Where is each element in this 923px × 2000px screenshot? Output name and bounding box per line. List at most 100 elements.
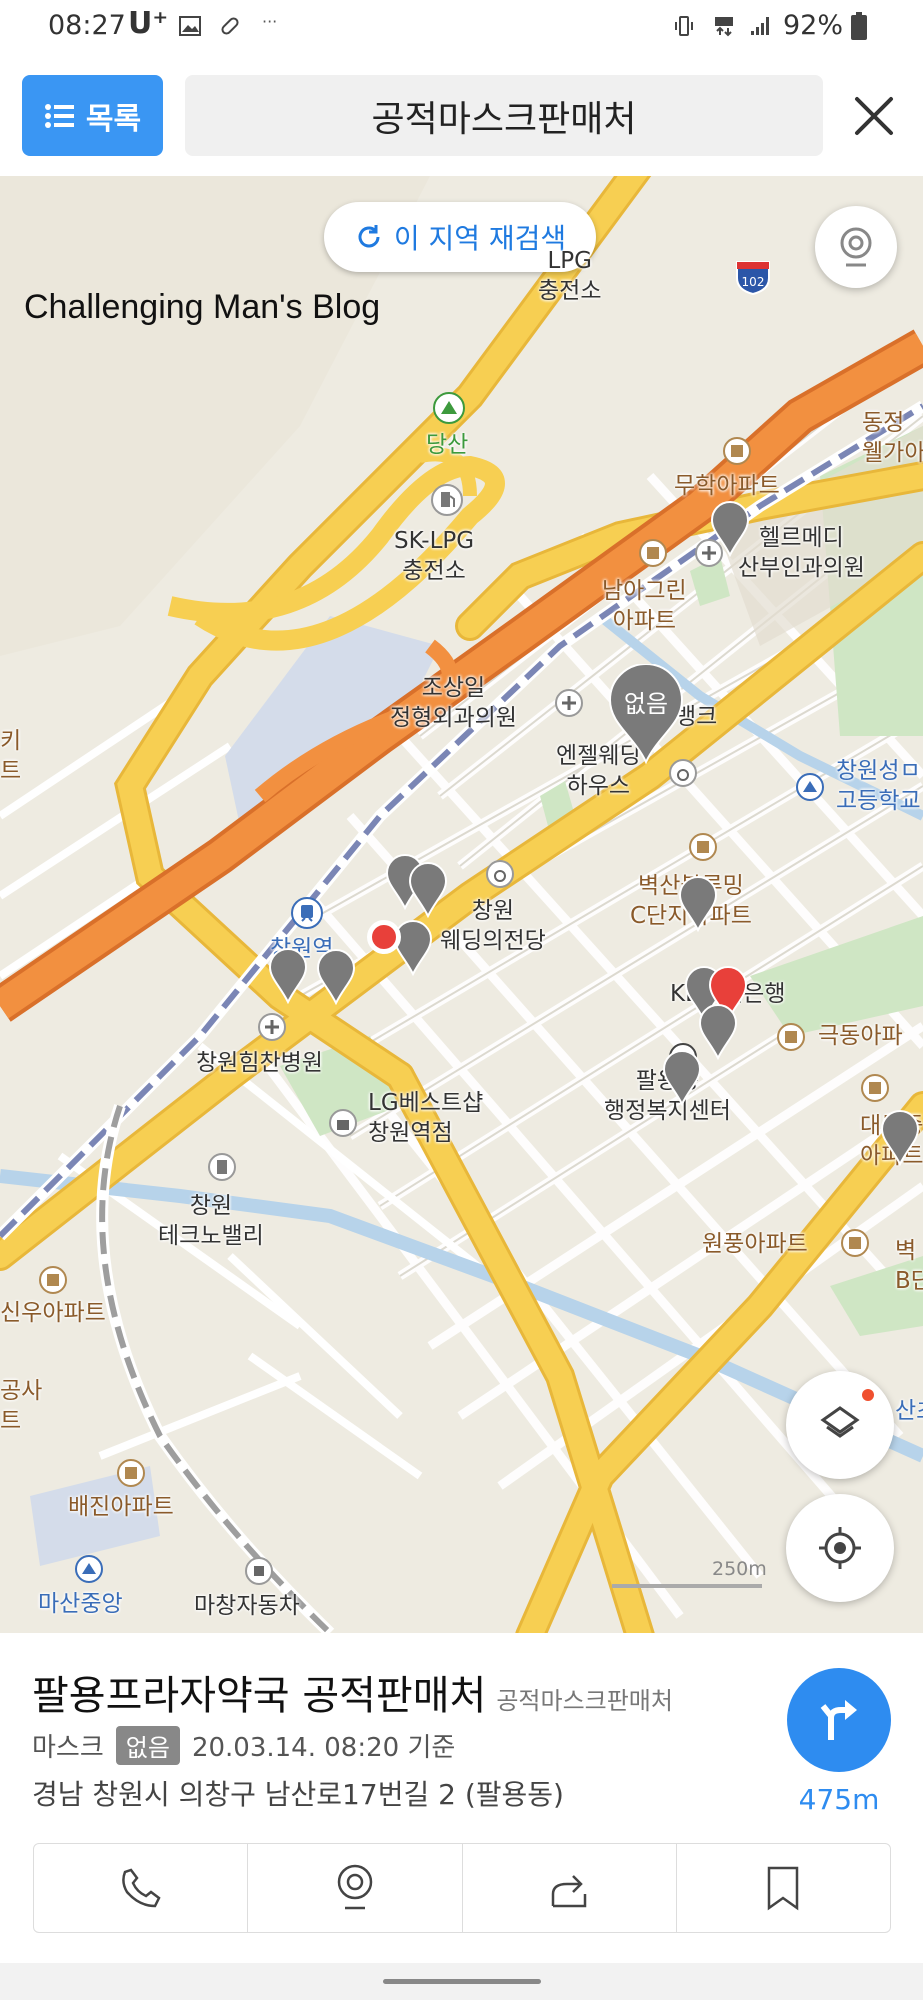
my-location-button[interactable] (786, 1494, 894, 1602)
mountain-icon (433, 392, 465, 424)
store-pin[interactable] (698, 1004, 738, 1060)
share-icon (551, 1875, 587, 1908)
place-category: 공적마스크판매처 (496, 1687, 673, 1715)
lte-icon (715, 17, 733, 37)
poi-dongjeong[interactable]: 동정 웰가아 (862, 408, 923, 468)
train-icon (291, 897, 323, 929)
poi-changwon-himchan[interactable]: 창원힘찬병원 (196, 1048, 323, 1078)
poi-changwon-wedding[interactable]: 창원 웨딩의전당 (440, 896, 546, 956)
close-icon[interactable] (843, 85, 905, 147)
directions-icon (820, 1700, 857, 1740)
store-pin[interactable] (662, 1050, 702, 1106)
place-name: 팔용프라자약국 공적판매처 (32, 1673, 487, 1719)
poi-b-bldg[interactable]: 벽 B단 (895, 1236, 923, 1296)
shopping-icon (329, 1109, 357, 1137)
poi-sk-lpg[interactable]: SK-LPG 충전소 (394, 526, 474, 586)
selected-store-pin[interactable]: 없음 (608, 664, 684, 764)
store-pin[interactable] (710, 501, 750, 557)
current-location-marker (367, 920, 401, 954)
selected-pin-label: 없음 (623, 690, 669, 718)
poi-wonpung[interactable]: 원풍아파트 (702, 1229, 808, 1259)
gallery-icon (179, 16, 201, 36)
search-header: 목록 공적마스크판매처 (0, 58, 923, 177)
store-pin[interactable] (880, 1110, 920, 1166)
poi-machang[interactable]: 마창자동차 (194, 1591, 300, 1621)
share-button[interactable] (463, 1844, 677, 1932)
poi-namagreen[interactable]: 남아그린 아파트 (602, 576, 687, 636)
list-button-label: 목록 (85, 101, 142, 137)
place-actions-bar (33, 1843, 891, 1933)
carrier-label: U⁺ (128, 6, 169, 41)
status-time: 08:27 (48, 10, 126, 41)
store-pin[interactable] (408, 862, 448, 918)
mask-status-badge: 없음 (115, 1726, 180, 1765)
apartment-icon (723, 437, 751, 465)
bookmark-icon (768, 1866, 799, 1911)
store-pin[interactable] (268, 948, 308, 1004)
battery-icon (851, 12, 867, 40)
building-icon (208, 1153, 236, 1181)
bookmark-button[interactable] (677, 1844, 890, 1932)
system-nav-bar (0, 1963, 923, 2000)
apartment-icon (861, 1074, 889, 1102)
gas-station-icon (431, 484, 463, 516)
place-address: 경남 창원시 의창구 남산로17번길 2 (팔용동) (32, 1778, 564, 1811)
poi-sinwoo[interactable]: 신우아파트 (0, 1298, 106, 1328)
poi-lg-best[interactable]: LG베스트샵 창원역점 (368, 1088, 483, 1148)
poi-muhak[interactable]: 무학아파트 (674, 471, 780, 501)
streetview-button[interactable] (815, 206, 897, 288)
place-detail-panel[interactable]: 팔용프라자약국 공적판매처 공적마스크판매처 마스크 없음 20.03.14. 0… (0, 1633, 923, 1963)
vibrate-icon (675, 16, 693, 36)
home-indicator[interactable] (383, 1979, 541, 1984)
map-scale-label: 250m (712, 1558, 767, 1580)
poi-baejin[interactable]: 배진아파트 (68, 1492, 174, 1522)
hospital-icon (555, 689, 583, 717)
poi-geukdong[interactable]: 극동아파 (818, 1021, 903, 1051)
highway-number: 102 (742, 275, 765, 289)
streetview-icon (840, 227, 872, 267)
poi-left-edge[interactable]: 키 트 (0, 726, 21, 786)
poi-changwon-techno[interactable]: 창원 테크노밸리 (158, 1191, 264, 1251)
poi-hello-medi[interactable]: 헬르메디 산부인과의원 (738, 523, 865, 583)
map-view[interactable]: Challenging Man's Blog 이 지역 재검색 102 LPG … (0, 176, 923, 1633)
signal-icon (751, 17, 769, 35)
battery-percent: 92% (783, 10, 844, 41)
streetview-icon (337, 1864, 373, 1910)
highway-shield-icon: 102 (736, 261, 770, 296)
call-button[interactable] (34, 1844, 249, 1932)
pill-icon (221, 17, 239, 35)
directions-distance: 475m (798, 1783, 880, 1816)
apartment-icon (841, 1229, 869, 1257)
poi-changwon-high[interactable]: 창원성ㅁ 고등학교 (836, 756, 921, 816)
school-icon (75, 1555, 103, 1583)
poi-sansa[interactable]: 공사 트 (0, 1376, 42, 1436)
apartment-icon (39, 1266, 67, 1294)
store-pin[interactable] (678, 876, 718, 932)
status-bar: 08:27 U⁺ ··· 92% (0, 0, 923, 58)
apartment-icon (117, 1459, 145, 1487)
wedding-icon (486, 860, 514, 888)
blog-watermark: Challenging Man's Blog (24, 288, 381, 326)
phone-icon (121, 1868, 161, 1908)
directions-button[interactable] (787, 1668, 891, 1772)
layers-icon (820, 1406, 860, 1438)
store-pin[interactable] (316, 949, 356, 1005)
crosshair-icon (819, 1527, 861, 1569)
poi-josangil[interactable]: 조상일 정형외과의원 (390, 673, 517, 733)
update-timestamp: 20.03.14. 08:20 기준 (191, 1733, 456, 1763)
poi-dangsan[interactable]: 당산 (426, 430, 468, 460)
apartment-icon (689, 833, 717, 861)
poi-lpg-top[interactable]: LPG 충전소 (538, 246, 601, 306)
more-indicator: ··· (262, 12, 278, 31)
poi-masan-jungang[interactable]: 마산중앙 (38, 1589, 123, 1619)
layers-button[interactable] (786, 1371, 894, 1479)
streetview-action-button[interactable] (248, 1844, 463, 1932)
search-input[interactable]: 공적마스크판매처 (185, 75, 823, 156)
list-button[interactable]: 목록 (22, 75, 163, 156)
apartment-icon (777, 1023, 805, 1051)
poi-san[interactable]: 산초 (895, 1396, 923, 1426)
mask-status-row: 마스크 없음 20.03.14. 08:20 기준 (32, 1726, 455, 1765)
mask-label: 마스크 (32, 1733, 104, 1763)
place-title-row: 팔용프라자약국 공적판매처 공적마스크판매처 (32, 1663, 673, 1721)
list-icon (44, 103, 74, 128)
